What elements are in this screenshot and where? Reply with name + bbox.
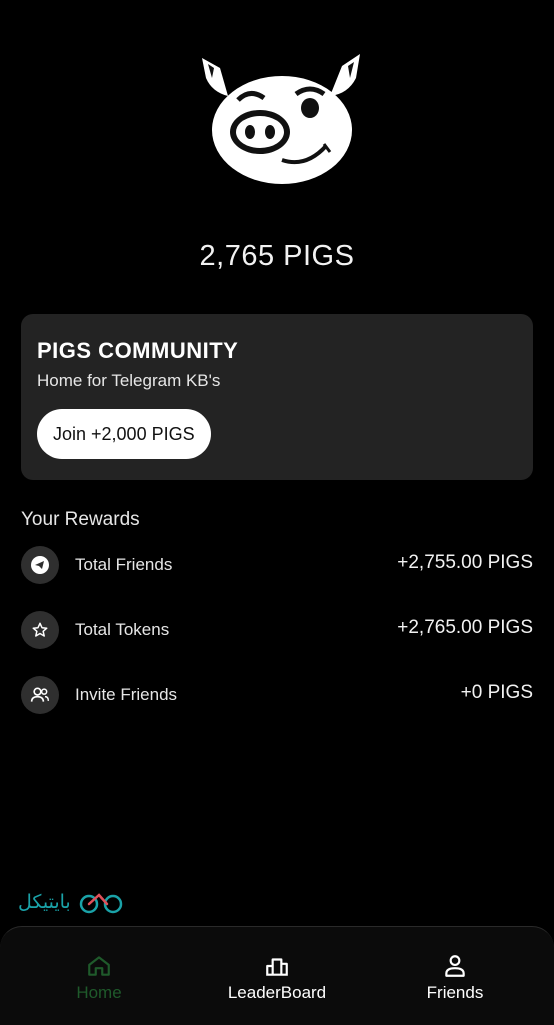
watermark: بایتیکل	[18, 886, 123, 918]
users-icon	[21, 676, 59, 714]
home-icon	[88, 956, 110, 976]
reward-row-total-friends: Total Friends +2,755.00 PIGS	[21, 546, 533, 584]
reward-value: +2,755.00 PIGS	[397, 552, 533, 573]
person-icon	[445, 955, 465, 977]
community-card: PIGS COMMUNITY Home for Telegram KB's Jo…	[21, 314, 533, 480]
reward-label: Total Friends	[75, 555, 173, 574]
join-community-button[interactable]: Join +2,000 PIGS	[37, 409, 211, 459]
leaderboard-icon	[266, 958, 288, 976]
community-title: PIGS COMMUNITY	[37, 338, 239, 363]
reward-label: Total Tokens	[75, 620, 170, 639]
reward-row-invite-friends: Invite Friends +0 PIGS	[21, 676, 533, 714]
nav-friends[interactable]: Friends	[375, 953, 535, 1003]
watermark-text: بایتیکل	[18, 891, 71, 913]
nav-leaderboard[interactable]: LeaderBoard	[197, 953, 357, 1003]
bicycle-icon	[79, 893, 122, 914]
pig-logo	[202, 54, 360, 184]
nav-home[interactable]: Home	[19, 953, 179, 1003]
reward-value: +0 PIGS	[460, 682, 533, 703]
token-balance: 2,765 PIGS	[199, 240, 355, 272]
nav-label-friends: Friends	[426, 983, 484, 1002]
nav-label-leaderboard: LeaderBoard	[227, 983, 327, 1002]
community-subtitle: Home for Telegram KB's	[37, 371, 221, 390]
rewards-title: Your Rewards	[21, 509, 140, 530]
bottom-navigation: Home LeaderBoard Friends	[0, 926, 554, 1025]
reward-label: Invite Friends	[75, 685, 178, 704]
telegram-icon	[21, 546, 59, 584]
nav-label-home: Home	[76, 983, 122, 1002]
reward-row-total-tokens: Total Tokens +2,765.00 PIGS	[21, 611, 533, 649]
star-icon	[21, 611, 59, 649]
reward-value: +2,765.00 PIGS	[397, 617, 533, 638]
